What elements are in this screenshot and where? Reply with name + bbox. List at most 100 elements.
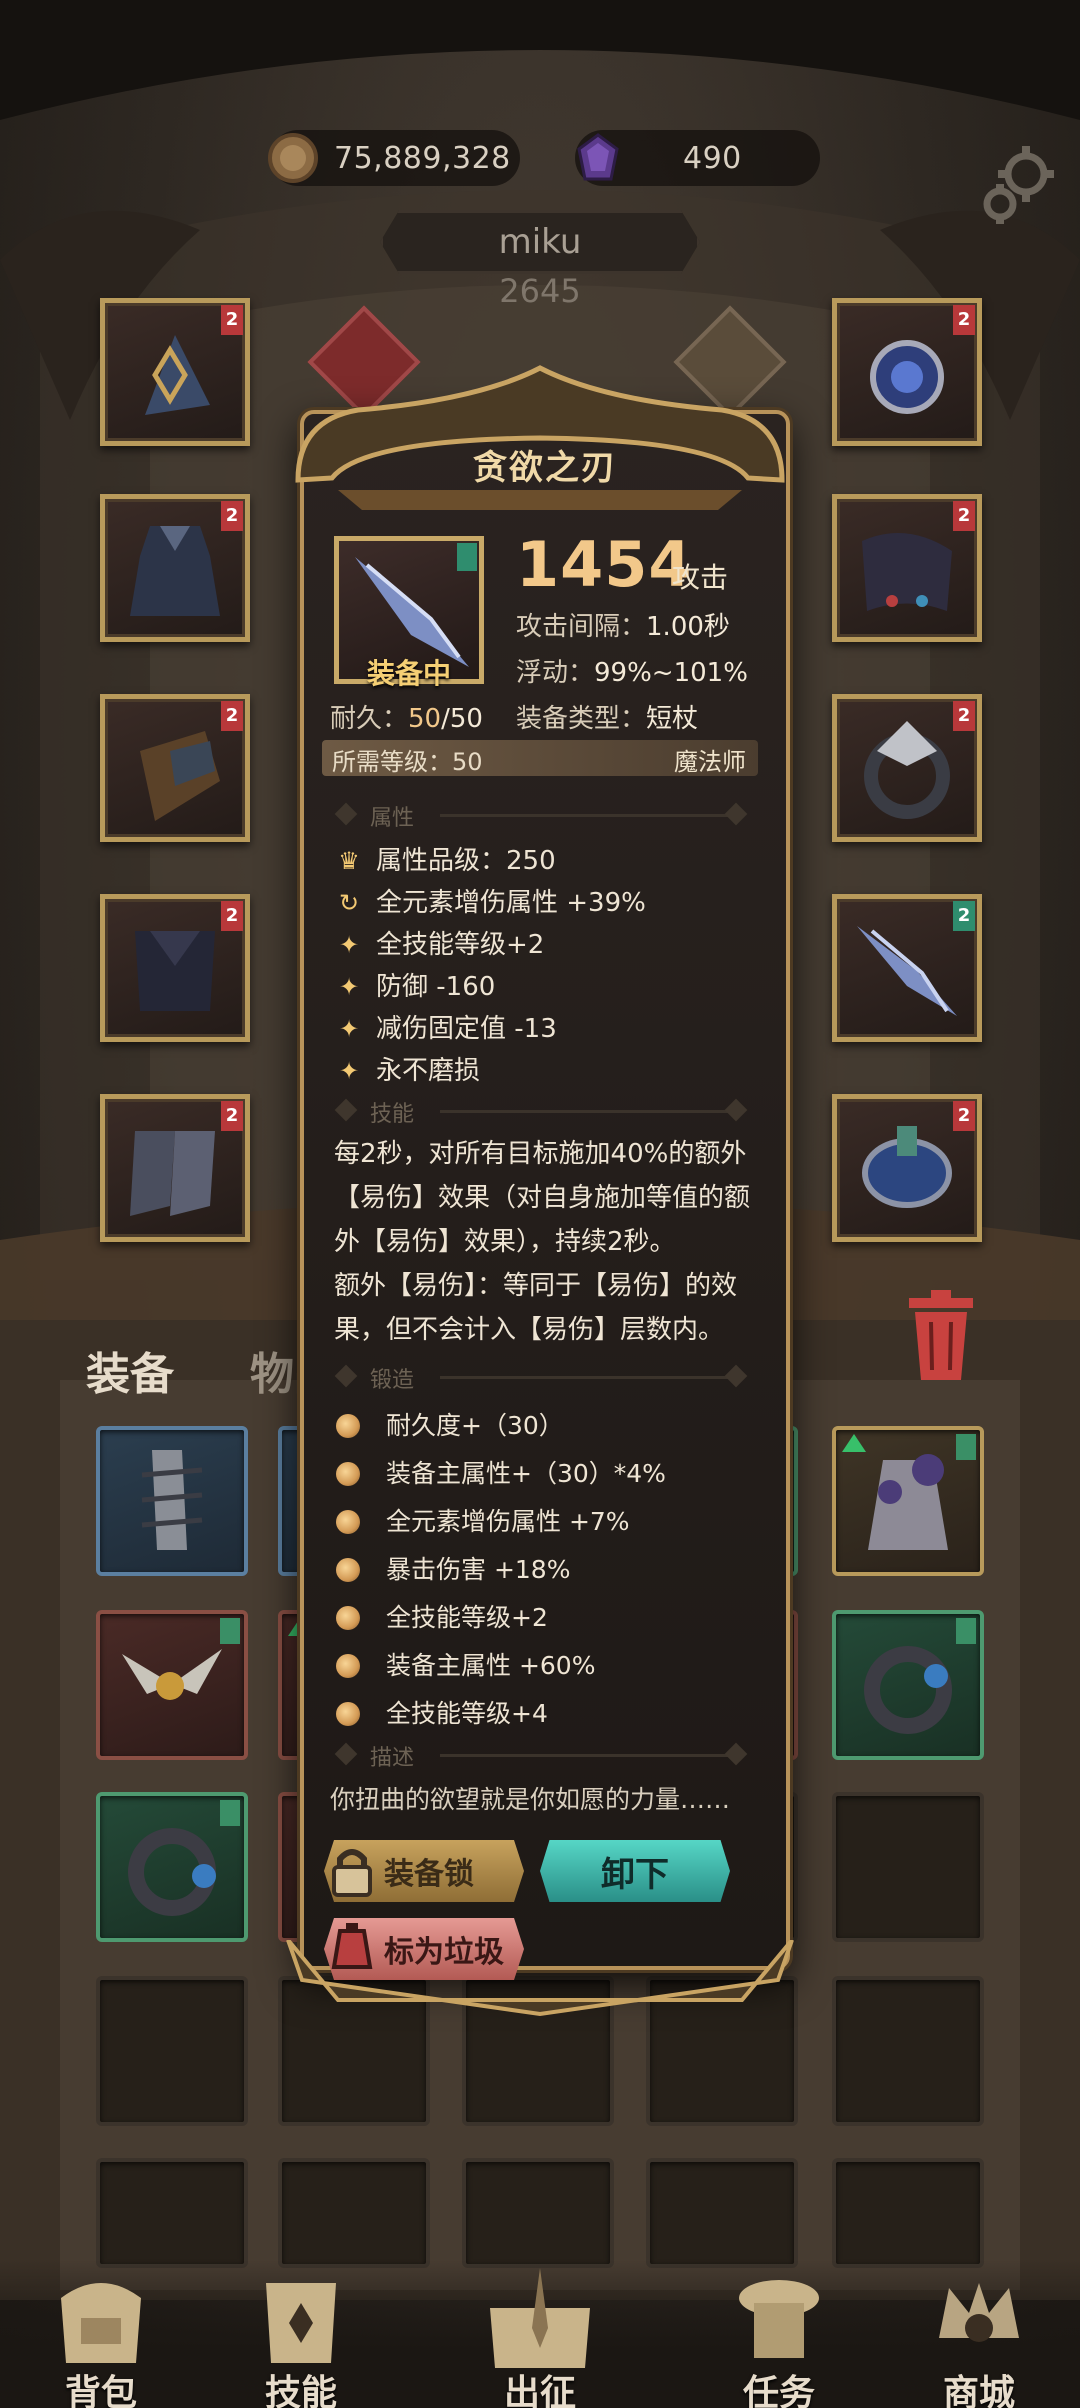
nav-label: 技能 [264,2373,337,2408]
inventory-slot[interactable] [832,2158,984,2268]
durability-current: 50 [408,704,442,734]
eye-ring-icon [128,1828,216,1916]
equipment-lock-button[interactable]: 装备锁 [324,1840,524,1902]
skill-line: 额外【易伤】：等同于【易伤】的效 [334,1271,738,1301]
forge-text: 暴击伤害 +18% [386,1555,571,1584]
section-skills: 技能 [330,1096,750,1127]
forge-row: 耐久度+（30） [336,1406,564,1442]
inventory-slot[interactable] [832,1426,984,1576]
purple-gem-icon [577,133,619,181]
forge-dot-icon [336,1702,360,1726]
item-name: 贪欲之刃 [473,448,617,488]
inventory-slot[interactable] [646,2158,798,2268]
slot-level-badge: 2 [953,701,975,731]
inventory-slot[interactable] [96,1976,248,2126]
forge-dot-icon [336,1654,360,1678]
sparkle-icon: ✦ [338,973,360,1001]
item-flavor-text: 你扭曲的欲望就是你如愿的力量…… [330,1785,731,1814]
equip-slot-ring[interactable]: 2 [832,694,982,842]
slot-level-badge: 2 [221,1101,243,1131]
equip-slot-weapon[interactable]: 2 [832,894,982,1042]
divider [440,1376,730,1379]
diamond-ornament [724,1364,748,1388]
equip-slot-amulet[interactable]: 2 [832,298,982,446]
divider [440,1754,730,1757]
equip-slot-gloves[interactable]: 2 [100,694,250,842]
equip-type-value: 短杖 [646,704,699,734]
gem-counter: 490 [575,130,820,186]
section-description: 描述 [330,1740,750,1771]
forge-dot-icon [336,1462,360,1486]
equipped-tag: 装备中 [366,657,451,690]
quest-scroll-icon [739,2280,819,2358]
equip-type-row: 装备类型：短杖 [516,698,698,735]
inventory-slot[interactable] [96,1426,248,1576]
inventory-slot[interactable] [832,1610,984,1760]
inventory-slot[interactable] [96,1792,248,1942]
forge-text: 全技能等级+2 [386,1603,548,1632]
diamond-ornament [334,1364,358,1388]
equip-slot-necklace[interactable]: 2 [100,298,250,446]
attribute-row: ✦ 减伤固定值 -13 [336,1008,557,1044]
inventory-slot[interactable] [96,2158,248,2268]
durability-max: 50 [449,704,483,734]
divider [440,814,730,817]
hexagram-amulet-icon [145,335,210,415]
attribute-row: ✦ 永不磨损 [336,1050,480,1086]
nav-backpack[interactable]: 背包 [26,2268,176,2408]
forge-text: 耐久度+（30） [386,1411,564,1440]
gold-coin-icon [268,133,318,183]
hooded-cape-icon [135,931,215,1011]
attribute-row: ♛ 属性品级：250 [336,840,555,876]
tab-equipment[interactable]: 装备 [86,1338,174,1402]
attribute-text: 全元素增伤属性 +39% [376,888,646,918]
slot-level-badge: 2 [953,901,975,931]
slot-level-badge: 2 [221,901,243,931]
upgrade-flag-icon [956,1434,976,1460]
equip-slot-armor[interactable]: 2 [100,494,250,642]
diamond-ornament [724,802,748,826]
winged-charm-icon [122,1649,222,1700]
equip-slot-cape[interactable]: 2 [100,894,250,1042]
forge-dot-icon [336,1606,360,1630]
gear-icon[interactable] [970,138,1066,234]
float-label: 浮动： [516,658,595,688]
float-row: 浮动：99%~101% [516,652,748,689]
attribute-text: 永不磨损 [376,1056,481,1086]
nav-expedition[interactable]: 出征 [465,2268,615,2408]
sparkle-icon: ✦ [338,1057,360,1085]
equip-slot-boots[interactable]: 2 [100,1094,250,1242]
item-grade-flag-icon [457,543,477,571]
diamond-ornament [724,1098,748,1122]
required-level-row: 所需等级：50 [332,742,483,777]
durability-row: 耐久：50/50 [330,698,483,735]
section-title: 属性 [370,806,415,831]
upgrade-flag-icon [956,1618,976,1644]
nav-label: 商城 [942,2373,1015,2408]
attribute-row: ↻ 全元素增伤属性 +39% [336,882,646,918]
unequip-button[interactable]: 卸下 [540,1840,730,1902]
inventory-slot[interactable] [832,1976,984,2126]
eye-ring-icon [864,1646,952,1734]
nav-label: 背包 [64,2373,137,2408]
inventory-slot[interactable] [278,2158,430,2268]
forge-dot-icon [336,1414,360,1438]
padlock-icon [332,1849,372,1897]
equip-slot-belt[interactable]: 2 [832,494,982,642]
unequip-button-label: 卸下 [601,1854,669,1895]
blue-shield-icon [862,1126,952,1208]
player-power: 2645 [499,272,581,310]
nav-shop[interactable]: 商城 [904,2268,1054,2408]
inventory-slot[interactable] [96,1610,248,1760]
nav-quests[interactable]: 任务 [704,2268,854,2408]
inventory-slot[interactable] [462,2158,614,2268]
attribute-text: 减伤固定值 -13 [376,1014,557,1044]
equip-slot-shield[interactable]: 2 [832,1094,982,1242]
forge-row: 全技能等级+2 [336,1598,548,1634]
section-attributes: 属性 [330,800,750,831]
inventory-slot[interactable] [832,1792,984,1942]
nav-skills[interactable]: 技能 [226,2268,376,2408]
required-level-label: 所需等级： [332,748,452,776]
slot-level-badge: 2 [221,701,243,731]
trash-icon[interactable] [905,1290,977,1382]
